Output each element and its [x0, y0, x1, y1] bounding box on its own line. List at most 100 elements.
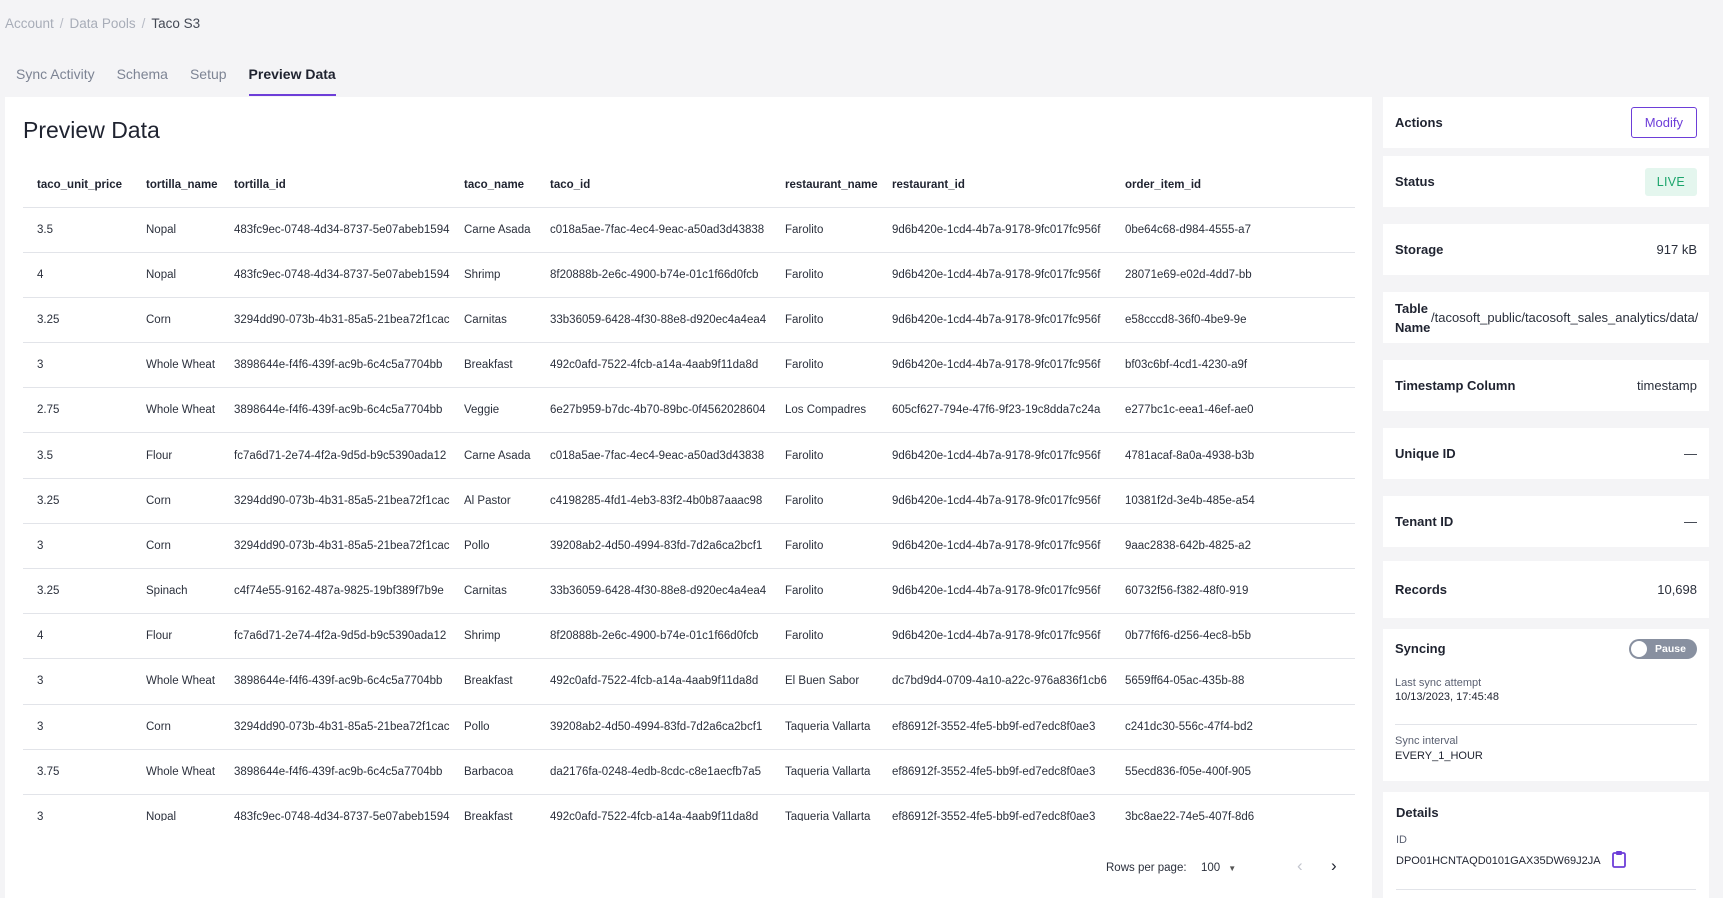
- table-cell: 9d6b420e-1cd4-4b7a-9178-9fc017fc956f: [878, 207, 1111, 253]
- table-cell: 9d6b420e-1cd4-4b7a-9178-9fc017fc956f: [878, 568, 1111, 615]
- column-header-tortilla-name[interactable]: tortilla_name: [132, 163, 220, 208]
- table-cell: fc7a6d71-2e74-4f2a-9d5d-b9c5390ada12: [220, 432, 450, 479]
- chevron-right-icon[interactable]: ›: [1331, 856, 1337, 876]
- table-cell: Farolito: [771, 297, 878, 344]
- table-cell: bf03c6bf-4cd1-4230-a9f: [1111, 342, 1355, 389]
- id-label: ID: [1396, 834, 1407, 846]
- divider: [1396, 889, 1696, 890]
- table-cell: 6e27b959-b7dc-4b70-89bc-0f4562028604: [536, 387, 771, 434]
- table-cell: Pollo: [450, 704, 536, 750]
- clipboard-icon[interactable]: [1611, 850, 1627, 873]
- table-cell: 3.25: [23, 297, 132, 344]
- table-cell: 9d6b420e-1cd4-4b7a-9178-9fc017fc956f: [878, 478, 1111, 524]
- table-row: 3 Corn 3294dd90-073b-4b31-85a5-21bea72f1ca…: [23, 704, 1355, 750]
- table-cell: Farolito: [771, 342, 878, 389]
- table-cell: 4: [23, 613, 132, 660]
- caret-down-icon: ▼: [1228, 863, 1237, 873]
- tab-bar: Sync Activity Schema Setup Preview Data: [16, 56, 358, 96]
- tab-preview-data[interactable]: Preview Data: [248, 56, 336, 96]
- breadcrumb-account[interactable]: Account: [5, 16, 54, 31]
- table-cell: ef86912f-3552-4fe5-bb9f-ed7edc8f0ae3: [878, 749, 1111, 795]
- table-row: 3.25 Corn 3294dd90-073b-4b31-85a5-21bea72f…: [23, 478, 1355, 524]
- table-cell: 483fc9ec-0748-4d34-8737-5e07abeb1594: [220, 207, 450, 253]
- rows-per-page-select[interactable]: 100 ▼: [1201, 862, 1236, 874]
- storage-label: Storage: [1395, 242, 1444, 257]
- table-cell: Shrimp: [450, 613, 536, 660]
- column-header-restaurant-id[interactable]: restaurant_id: [878, 163, 1111, 208]
- last-sync-value: 10/13/2023, 17:45:48: [1395, 691, 1499, 703]
- table-cell: 60732f56-f382-48f0-919: [1111, 568, 1355, 615]
- table-cell: 3898644e-f4f6-439f-ac9b-6c4c5a7704bb: [220, 342, 450, 389]
- column-header-order-item-id[interactable]: order_item_id: [1111, 163, 1355, 208]
- table-cell: Taqueria Vallarta: [771, 794, 878, 821]
- preview-table: taco_unit_price tortilla_name tortilla_id t…: [23, 163, 1355, 821]
- table-cell: 8f20888b-2e6c-4900-b74e-01c1f66d0fcb: [536, 252, 771, 298]
- table-cell: 3: [23, 794, 132, 821]
- table-cell: 3898644e-f4f6-439f-ac9b-6c4c5a7704bb: [220, 658, 450, 705]
- timestamp-column-value: timestamp: [1637, 378, 1697, 393]
- column-header-taco-unit-price[interactable]: taco_unit_price: [23, 163, 132, 208]
- table-row: 3.5 Nopal 483fc9ec-0748-4d34-8737-5e07abeb…: [23, 207, 1355, 253]
- modify-button[interactable]: Modify: [1630, 107, 1697, 138]
- table-cell: 3.25: [23, 478, 132, 524]
- table-cell: 3: [23, 342, 132, 389]
- id-value: DPO01HCNTAQD0101GAX35DW69J2JA: [1396, 855, 1601, 867]
- column-header-taco-id[interactable]: taco_id: [536, 163, 771, 208]
- chevron-left-icon[interactable]: ‹: [1297, 856, 1303, 876]
- table-cell: Farolito: [771, 568, 878, 615]
- rows-per-page-label: Rows per page:: [1106, 862, 1187, 874]
- column-header-restaurant-name[interactable]: restaurant_name: [771, 163, 878, 208]
- table-cell: Flour: [132, 432, 220, 479]
- table-cell: Flour: [132, 613, 220, 660]
- table-cell: Carne Asada: [450, 207, 536, 253]
- preview-table-container[interactable]: taco_unit_price tortilla_name tortilla_id t…: [23, 163, 1355, 821]
- tab-schema[interactable]: Schema: [117, 56, 168, 96]
- table-cell: ef86912f-3552-4fe5-bb9f-ed7edc8f0ae3: [878, 704, 1111, 750]
- table-cell: 39208ab2-4d50-4994-83fd-7d2a6ca2bcf1: [536, 704, 771, 750]
- table-cell: Nopal: [132, 794, 220, 821]
- table-cell: 492c0afd-7522-4fcb-a14a-4aab9f11da8d: [536, 342, 771, 389]
- records-label: Records: [1395, 582, 1448, 597]
- storage-value: 917 kB: [1656, 242, 1697, 257]
- table-cell: Whole Wheat: [132, 387, 220, 434]
- table-cell: e277bc1c-eea1-46ef-ae0: [1111, 387, 1355, 434]
- table-cell: 2.75: [23, 387, 132, 434]
- tenant-id-label: Tenant ID: [1395, 514, 1454, 529]
- unique-id-card: Unique ID —: [1383, 428, 1709, 479]
- table-cell: 3294dd90-073b-4b31-85a5-21bea72f1cac: [220, 523, 450, 570]
- table-cell: 39208ab2-4d50-4994-83fd-7d2a6ca2bcf1: [536, 523, 771, 570]
- table-name-card: Table Name /tacosoft_public/tacosoft_sal…: [1383, 292, 1709, 343]
- table-cell: fc7a6d71-2e74-4f2a-9d5d-b9c5390ada12: [220, 613, 450, 660]
- table-cell: Pollo: [450, 523, 536, 570]
- table-cell: e58cccd8-36f0-4be9-9e: [1111, 297, 1355, 344]
- table-cell: 3294dd90-073b-4b31-85a5-21bea72f1cac: [220, 297, 450, 344]
- table-cell: 9d6b420e-1cd4-4b7a-9178-9fc017fc956f: [878, 432, 1111, 479]
- sync-pause-toggle[interactable]: Pause: [1629, 639, 1697, 659]
- table-cell: 9d6b420e-1cd4-4b7a-9178-9fc017fc956f: [878, 523, 1111, 570]
- table-header-row: taco_unit_price tortilla_name tortilla_id t…: [23, 163, 1355, 208]
- breadcrumb-data-pools[interactable]: Data Pools: [70, 16, 136, 31]
- table-row: 3 Corn 3294dd90-073b-4b31-85a5-21bea72f1ca…: [23, 523, 1355, 570]
- divider: [1395, 724, 1697, 725]
- table-row: 3.25 Corn 3294dd90-073b-4b31-85a5-21bea72f…: [23, 297, 1355, 344]
- table-cell: 33b36059-6428-4f30-88e8-d920ec4a4ea4: [536, 568, 771, 615]
- table-cell: 3.25: [23, 568, 132, 615]
- table-cell: Spinach: [132, 568, 220, 615]
- table-cell: c241dc30-556c-47f4-bd2: [1111, 704, 1355, 750]
- column-header-taco-name[interactable]: taco_name: [450, 163, 536, 208]
- breadcrumb-separator: /: [59, 16, 64, 31]
- table-cell: 0b77f6f6-d256-4ec8-b5b: [1111, 613, 1355, 660]
- column-header-tortilla-id[interactable]: tortilla_id: [220, 163, 450, 208]
- table-cell: 9aac2838-642b-4825-a2: [1111, 523, 1355, 570]
- tab-sync-activity[interactable]: Sync Activity: [16, 56, 95, 96]
- table-cell: Corn: [132, 704, 220, 750]
- table-cell: c4f74e55-9162-487a-9825-19bf389f7b9e: [220, 568, 450, 615]
- tab-setup[interactable]: Setup: [190, 56, 227, 96]
- table-cell: Corn: [132, 297, 220, 344]
- table-cell: Farolito: [771, 207, 878, 253]
- table-cell: 9d6b420e-1cd4-4b7a-9178-9fc017fc956f: [878, 613, 1111, 660]
- table-cell: 4781acaf-8a0a-4938-b3b: [1111, 432, 1355, 479]
- table-cell: Al Pastor: [450, 478, 536, 524]
- rows-per-page-value: 100: [1201, 862, 1221, 874]
- table-row: 3 Whole Wheat 3898644e-f4f6-439f-ac9b-6c4c…: [23, 342, 1355, 389]
